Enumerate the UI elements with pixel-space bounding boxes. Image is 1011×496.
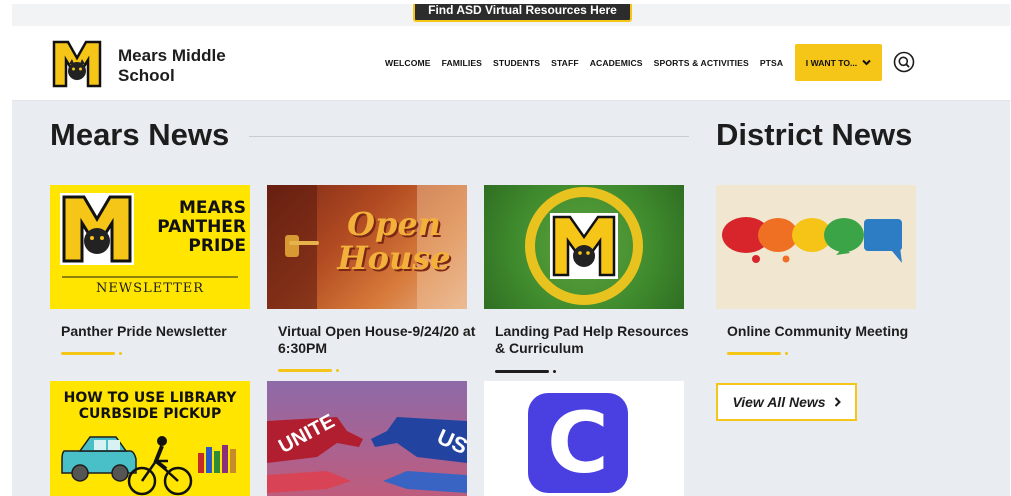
i-want-to-button[interactable]: I WANT TO... [795, 44, 882, 81]
mears-news-title: Mears News [50, 117, 230, 152]
speech-bubbles-graphic [722, 217, 902, 263]
site-header: Mears Middle School WELCOME FAMILIES STU… [12, 27, 1010, 101]
nav-staff[interactable]: STAFF [551, 58, 579, 68]
community-meeting-image[interactable] [716, 185, 916, 309]
card-accent-dot [119, 352, 122, 355]
view-all-news-button[interactable]: View All News [716, 383, 857, 421]
panther-pride-newsletter-image[interactable]: MEARS PANTHER PRIDE NEWSLETTER [50, 185, 250, 309]
section-divider [249, 136, 689, 137]
nav-academics[interactable]: ACADEMICS [590, 58, 643, 68]
i-want-to-label: I WANT TO... [805, 57, 858, 68]
card-accent-bar [278, 369, 332, 372]
view-all-news-label: View All News [732, 394, 826, 410]
clever-app-icon: C [528, 393, 628, 493]
landing-pad-logo-graphic [525, 187, 643, 305]
search-icon[interactable] [893, 51, 915, 73]
card-accent-dot [336, 369, 339, 372]
card-accent-bar [727, 352, 781, 355]
unite-us-image[interactable]: UNITE US [267, 381, 467, 496]
card-title-open-house[interactable]: Virtual Open House-9/24/20 at 6:30PM [278, 323, 478, 357]
nav-sports-activities[interactable]: SPORTS & ACTIVITIES [654, 58, 749, 68]
card-accent-dot [553, 370, 556, 373]
card-accent-bar [61, 352, 115, 355]
school-name[interactable]: Mears Middle School [118, 46, 258, 86]
card-accent-dot [785, 352, 788, 355]
open-house-line-house: House [337, 239, 451, 277]
top-banner-strip: Find ASD Virtual Resources Here [12, 4, 1010, 26]
main-nav: WELCOME FAMILIES STUDENTS STAFF ACADEMIC… [385, 58, 783, 68]
card-title-landing-pad[interactable]: Landing Pad Help Resources & Curriculum [495, 323, 695, 357]
nav-students[interactable]: STUDENTS [493, 58, 540, 68]
car-bike-graphic [61, 436, 236, 496]
open-house-line-open: Open [347, 205, 441, 243]
chevron-right-icon [834, 397, 841, 407]
nav-families[interactable]: FAMILIES [442, 58, 482, 68]
newsletter-line-panther: PANTHER [157, 217, 246, 237]
card-title-panther-pride[interactable]: Panther Pride Newsletter [61, 323, 261, 340]
newsletter-line-pride: PRIDE [188, 236, 246, 256]
nav-welcome[interactable]: WELCOME [385, 58, 431, 68]
chevron-down-icon [862, 59, 871, 66]
virtual-resources-button[interactable]: Find ASD Virtual Resources Here [413, 4, 632, 22]
card-title-community-meeting[interactable]: Online Community Meeting [727, 323, 927, 340]
nav-ptsa[interactable]: PTSA [760, 58, 783, 68]
district-news-title: District News [716, 117, 913, 152]
news-section: Mears News District News MEARS PANTHER P… [12, 101, 1010, 496]
school-logo[interactable] [52, 38, 102, 90]
clever-image[interactable]: C [484, 381, 684, 496]
newsletter-line-mears: MEARS [178, 198, 246, 218]
open-house-image[interactable]: Open House [267, 185, 467, 309]
landing-pad-image[interactable] [484, 185, 684, 309]
card-accent-bar [495, 370, 549, 373]
newsletter-caption: NEWSLETTER [95, 281, 205, 296]
library-curbside-image[interactable]: HOW TO USE LIBRARY CURBSIDE PICKUP [50, 381, 250, 496]
